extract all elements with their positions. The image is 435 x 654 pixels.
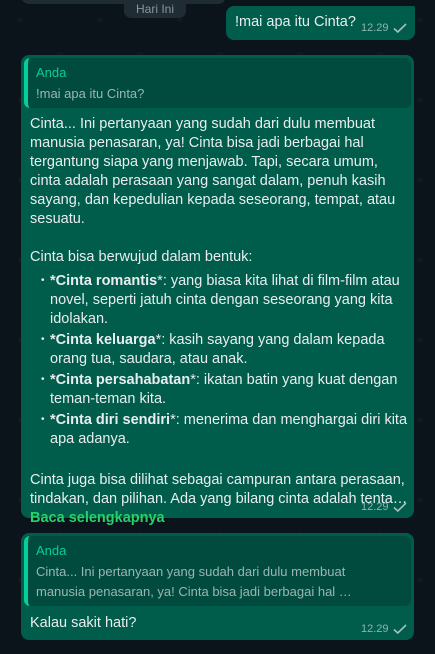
message-time: 12.29 <box>361 22 389 34</box>
reply-author: Anda <box>36 65 67 80</box>
bullet-title: *Cinta persahabatan <box>50 372 191 388</box>
list-item: *Cinta diri sendiri*: menerima dan mengh… <box>30 410 408 449</box>
reply-author: Anda <box>36 543 67 558</box>
date-chip: Hari Ini <box>124 0 187 18</box>
reply-quote-text: !mai apa itu Cinta? <box>36 86 145 101</box>
message-question[interactable]: !mai apa itu Cinta? 12.29 <box>226 6 415 40</box>
reply-quote-text: Cinta... Ini pertanyaan yang sudah dari … <box>36 564 346 579</box>
list-item: *Cinta persahabatan*: ikatan batin yang … <box>30 370 408 409</box>
check-icon <box>392 502 407 512</box>
reply-quote[interactable]: Anda !mai apa itu Cinta? <box>24 58 411 108</box>
message-followup[interactable]: Anda Cinta... Ini pertanyaan yang sudah … <box>21 533 414 640</box>
bullet-list: *Cinta romantis*: yang biasa kita lihat … <box>30 271 408 449</box>
message-time: 12.29 <box>361 501 389 513</box>
message-time: 12.29 <box>361 623 389 635</box>
message-answer[interactable]: Anda !mai apa itu Cinta? Cinta... Ini pe… <box>21 55 414 526</box>
reply-quote-text: manusia penasaran, ya! Cinta bisa jadi b… <box>36 584 352 599</box>
paragraph: Cinta... Ini pertanyaan yang sudah dari … <box>30 116 396 227</box>
check-icon <box>392 23 407 33</box>
list-item: *Cinta keluarga*: kasih sayang yang dala… <box>30 330 408 369</box>
message-text: Kalau sakit hati? <box>30 615 137 631</box>
message-meta: 12.29 <box>361 623 407 635</box>
paragraph: Cinta bisa berwujud dalam bentuk: <box>30 249 253 265</box>
bullet-title: *Cinta diri sendiri <box>50 412 171 428</box>
bullet-title: *Cinta romantis <box>50 273 158 289</box>
reply-quote[interactable]: Anda Cinta... Ini pertanyaan yang sudah … <box>24 536 411 606</box>
message-text: !mai apa itu Cinta? <box>235 14 356 30</box>
check-icon <box>392 624 407 634</box>
message-meta: 12.29 <box>361 22 407 34</box>
list-item: *Cinta romantis*: yang biasa kita lihat … <box>30 271 408 329</box>
message-body: Cinta... Ini pertanyaan yang sudah dari … <box>30 115 408 528</box>
bullet-title: *Cinta keluarga <box>50 332 156 348</box>
chat-area: Hari Ini !mai apa itu Cinta? 12.29 Anda … <box>0 0 435 654</box>
paragraph: Cinta juga bisa dilihat sebagai campuran… <box>30 472 408 507</box>
read-more-link[interactable]: Baca selengkapnya <box>30 510 165 526</box>
message-meta: 12.29 <box>361 501 407 513</box>
